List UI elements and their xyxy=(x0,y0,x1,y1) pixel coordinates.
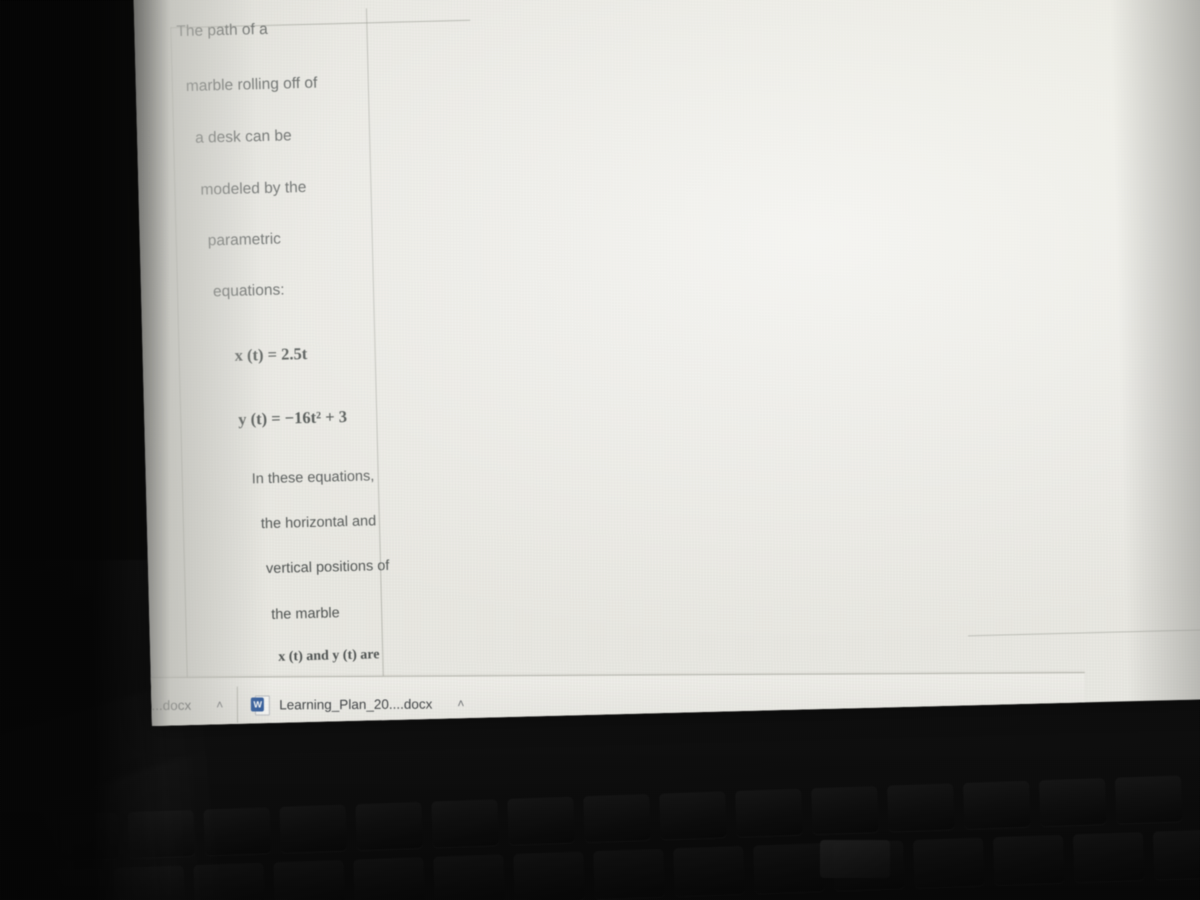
browser-page: The path of a marble rolling off of a de… xyxy=(132,0,1200,707)
equation-y-lhs: y (t) xyxy=(238,408,268,429)
trackpad xyxy=(820,840,890,878)
equation-x-rhs: = 2.5t xyxy=(267,343,308,364)
explanation-line-2: the horizontal and xyxy=(260,513,377,533)
problem-line-3: a desk can be xyxy=(194,127,292,147)
problem-line-1: The path of a xyxy=(176,20,268,41)
download-item-learning-plan[interactable]: W Learning_Plan_20....docx ˄ xyxy=(237,676,478,726)
problem-line-2: marble rolling off of xyxy=(185,74,318,95)
explanation-line-4: the marble xyxy=(271,604,340,623)
word-document-icon: W xyxy=(251,694,271,716)
laptop-screen: The path of a marble rolling off of a de… xyxy=(132,0,1200,727)
page-rule-far-right xyxy=(967,628,1200,637)
explanation-line-1: In these equations, xyxy=(251,467,375,487)
chevron-up-icon[interactable]: ˄ xyxy=(457,696,464,710)
explanation-line-3: vertical positions of xyxy=(265,558,390,578)
download-item-label: Learning_Plan_20....docx xyxy=(279,696,433,712)
problem-text-column: The path of a marble rolling off of a de… xyxy=(170,17,447,711)
equation-x-lhs: x (t) xyxy=(234,344,264,365)
explanation-line-5: x (t) and y (t) are xyxy=(278,647,380,665)
equation-x-of-t: x (t) = 2.5t xyxy=(234,340,438,365)
laptop-photo-scene: The path of a marble rolling off of a de… xyxy=(0,0,1200,900)
chevron-up-icon[interactable]: ˄ xyxy=(216,698,223,712)
problem-line-5: parametric xyxy=(207,230,282,250)
problem-line-6: equations: xyxy=(212,281,285,301)
problem-line-4: modeled by the xyxy=(200,178,307,199)
equation-y-rhs: = −16t² + 3 xyxy=(270,406,348,428)
equation-y-of-t: y (t) = −16t² + 3 xyxy=(238,404,440,429)
